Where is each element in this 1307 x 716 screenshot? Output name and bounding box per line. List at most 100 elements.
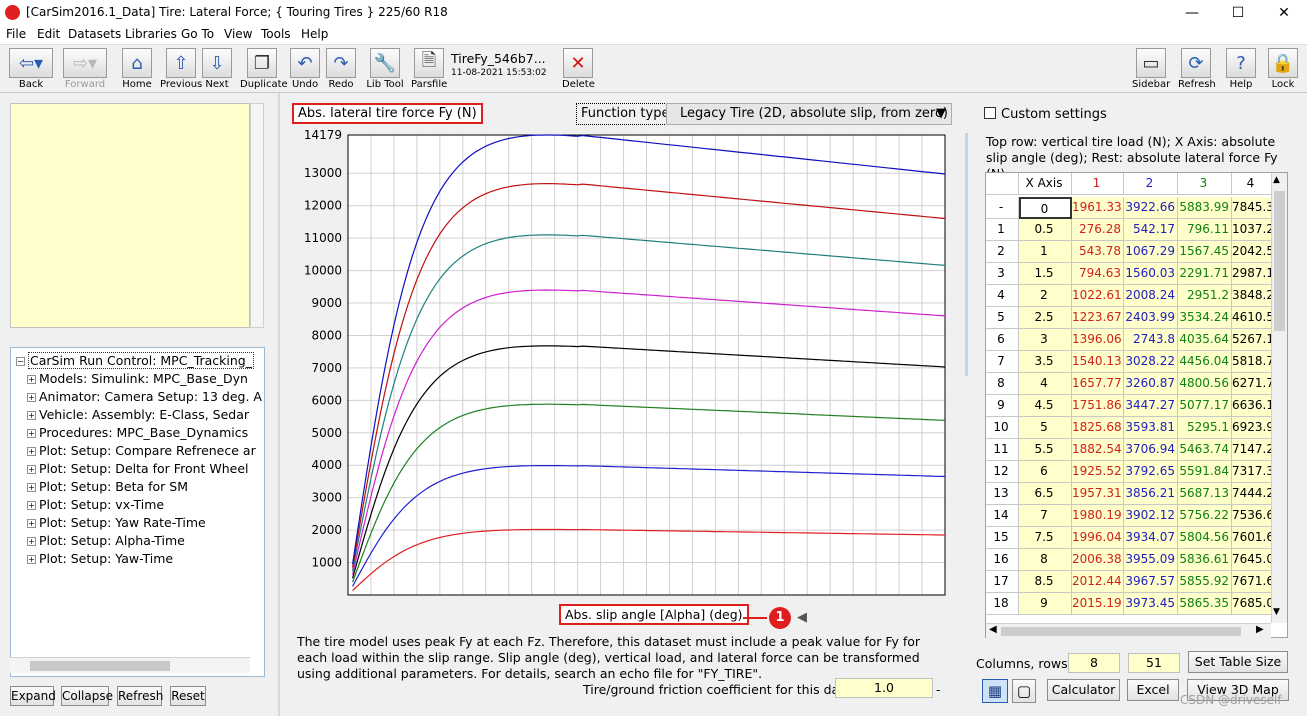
table-cell[interactable]: 276.28 [1072, 219, 1124, 241]
table-cell[interactable]: 5687.13 [1178, 483, 1232, 505]
table-cell[interactable]: 2403.99 [1124, 307, 1178, 329]
table-cell[interactable]: 2951.2 [1178, 285, 1232, 307]
table-view-icon[interactable]: ▦ [982, 679, 1008, 703]
table-cell[interactable]: 2291.71 [1178, 263, 1232, 285]
tree-item[interactable]: + Plot: Setup: Alpha-Time [27, 533, 185, 548]
table-cell[interactable]: 3967.57 [1124, 571, 1178, 593]
data-table[interactable]: X Axis1234-01961.333922.665883.997845.32… [985, 172, 1288, 638]
table-cell[interactable]: 1925.52 [1072, 461, 1124, 483]
table-cell[interactable]: 6271.72 [1232, 373, 1272, 395]
row-header[interactable]: 4 [986, 285, 1019, 307]
expand-icon[interactable]: + [27, 465, 36, 474]
table-cell[interactable]: 1657.77 [1072, 373, 1124, 395]
tree-item[interactable]: + Plot: Setup: Delta for Front Wheel [27, 461, 249, 476]
table-header[interactable]: X Axis [1019, 173, 1072, 195]
row-header[interactable]: 10 [986, 417, 1019, 439]
table-cell[interactable]: 5883.99 [1178, 197, 1232, 219]
expand-icon[interactable]: + [27, 555, 36, 564]
expand-icon[interactable]: + [27, 411, 36, 420]
table-cell[interactable]: 3792.65 [1124, 461, 1178, 483]
tree-item[interactable]: + Procedures: MPC_Base_Dynamics [27, 425, 248, 440]
table-cell[interactable]: 2012.44 [1072, 571, 1124, 593]
table-cell[interactable]: 6.5 [1019, 483, 1072, 505]
right-panel-splitter[interactable] [965, 133, 968, 376]
menu-help[interactable]: Help [301, 27, 328, 41]
table-cell[interactable]: 5865.35 [1178, 593, 1232, 615]
minimize-button[interactable]: — [1169, 0, 1215, 26]
scrollbar-thumb[interactable] [1274, 191, 1285, 331]
table-cell[interactable]: 2987.17 [1232, 263, 1272, 285]
table-cell[interactable]: 7.5 [1019, 527, 1072, 549]
table-cell[interactable]: 2015.19 [1072, 593, 1124, 615]
menu-view[interactable]: View [224, 27, 252, 41]
row-header[interactable]: 14 [986, 505, 1019, 527]
scroll-up-icon[interactable]: ▲ [1273, 175, 1280, 185]
collapse-button[interactable]: Collapse [61, 686, 113, 706]
table-cell[interactable]: 5 [1019, 417, 1072, 439]
table-cell[interactable]: 1540.13 [1072, 351, 1124, 373]
table-cell[interactable]: 4.5 [1019, 395, 1072, 417]
table-cell[interactable]: 8 [1019, 549, 1072, 571]
table-cell[interactable]: 1961.33 [1072, 197, 1124, 219]
table-cell[interactable]: 3447.27 [1124, 395, 1178, 417]
custom-settings[interactable]: Custom settings [984, 107, 1107, 122]
collapse-arrow-icon[interactable]: ◀ [797, 610, 807, 625]
table-cell[interactable]: 5756.22 [1178, 505, 1232, 527]
close-button[interactable]: ✕ [1261, 0, 1307, 26]
row-header[interactable]: 18 [986, 593, 1019, 615]
table-cell[interactable]: 7536.65 [1232, 505, 1272, 527]
table-cell[interactable]: 796.11 [1178, 219, 1232, 241]
table-cell[interactable]: 7317.32 [1232, 461, 1272, 483]
table-cell[interactable]: 3593.81 [1124, 417, 1178, 439]
reset-button[interactable]: Reset [170, 686, 206, 706]
table-cell[interactable]: 3260.87 [1124, 373, 1178, 395]
row-header[interactable]: 9 [986, 395, 1019, 417]
scroll-left-icon[interactable]: ◀ [989, 624, 997, 635]
table-cell[interactable]: 4800.56 [1178, 373, 1232, 395]
table-cell[interactable]: 6923.97 [1232, 417, 1272, 439]
expand-icon[interactable]: + [27, 483, 36, 492]
table-cell[interactable]: 2042.53 [1232, 241, 1272, 263]
table-cell[interactable]: 5804.56 [1178, 527, 1232, 549]
previous-button[interactable]: ⇧ Previous [160, 48, 202, 90]
parsfile-button[interactable]: 🗎 Parsfile [411, 48, 447, 90]
tree-item[interactable]: + Plot: Setup: Yaw-Time [27, 551, 173, 566]
table-cell[interactable]: 1980.19 [1072, 505, 1124, 527]
table-cell[interactable]: 1022.61 [1072, 285, 1124, 307]
tree-item[interactable]: + Animator: Camera Setup: 13 deg. A [27, 389, 262, 404]
table-cell[interactable]: 3922.66 [1124, 197, 1178, 219]
table-cell[interactable]: 6636.17 [1232, 395, 1272, 417]
scrollbar-thumb[interactable] [30, 661, 170, 671]
lock-button[interactable]: 🔒 Lock [1268, 48, 1298, 90]
notes-area[interactable] [10, 103, 250, 328]
table-cell[interactable]: 7 [1019, 505, 1072, 527]
table-cell[interactable]: 1037.22 [1232, 219, 1272, 241]
refresh-button[interactable]: ⟳ Refresh [1178, 48, 1216, 90]
row-header[interactable]: 8 [986, 373, 1019, 395]
table-cell[interactable]: 1223.67 [1072, 307, 1124, 329]
table-cell[interactable]: 4456.04 [1178, 351, 1232, 373]
expand-button[interactable]: Expand [10, 686, 56, 706]
tree-root[interactable]: − CarSim Run Control: MPC_Tracking_ [16, 352, 254, 369]
menu-libraries[interactable]: Libraries [125, 27, 177, 41]
excel-button[interactable]: Excel [1127, 679, 1179, 701]
row-header[interactable]: 12 [986, 461, 1019, 483]
notes-scrollbar[interactable] [250, 103, 264, 328]
table-cell[interactable]: 3706.94 [1124, 439, 1178, 461]
table-cell[interactable]: 794.63 [1072, 263, 1124, 285]
columns-input[interactable]: 8 [1068, 653, 1120, 673]
table-cell[interactable]: 3 [1019, 329, 1072, 351]
lib-tool-button[interactable]: 🔧 Lib Tool [364, 48, 406, 90]
table-cell[interactable]: 2008.24 [1124, 285, 1178, 307]
table-cell[interactable]: 5267.18 [1232, 329, 1272, 351]
sidebar-button[interactable]: ▭ Sidebar [1132, 48, 1170, 90]
table-cell[interactable]: 9 [1019, 593, 1072, 615]
menu-datasets[interactable]: Datasets [68, 27, 121, 41]
next-button[interactable]: ⇩ Next [202, 48, 232, 90]
table-horizontal-scrollbar[interactable]: ◀ ▶ [986, 623, 1271, 638]
expand-icon[interactable]: + [27, 429, 36, 438]
table-cell[interactable]: 7845.32 [1232, 197, 1272, 219]
table-header[interactable]: 2 [1124, 173, 1178, 195]
table-cell[interactable]: 2006.38 [1072, 549, 1124, 571]
tree-item[interactable]: + Models: Simulink: MPC_Base_Dyn [27, 371, 248, 386]
